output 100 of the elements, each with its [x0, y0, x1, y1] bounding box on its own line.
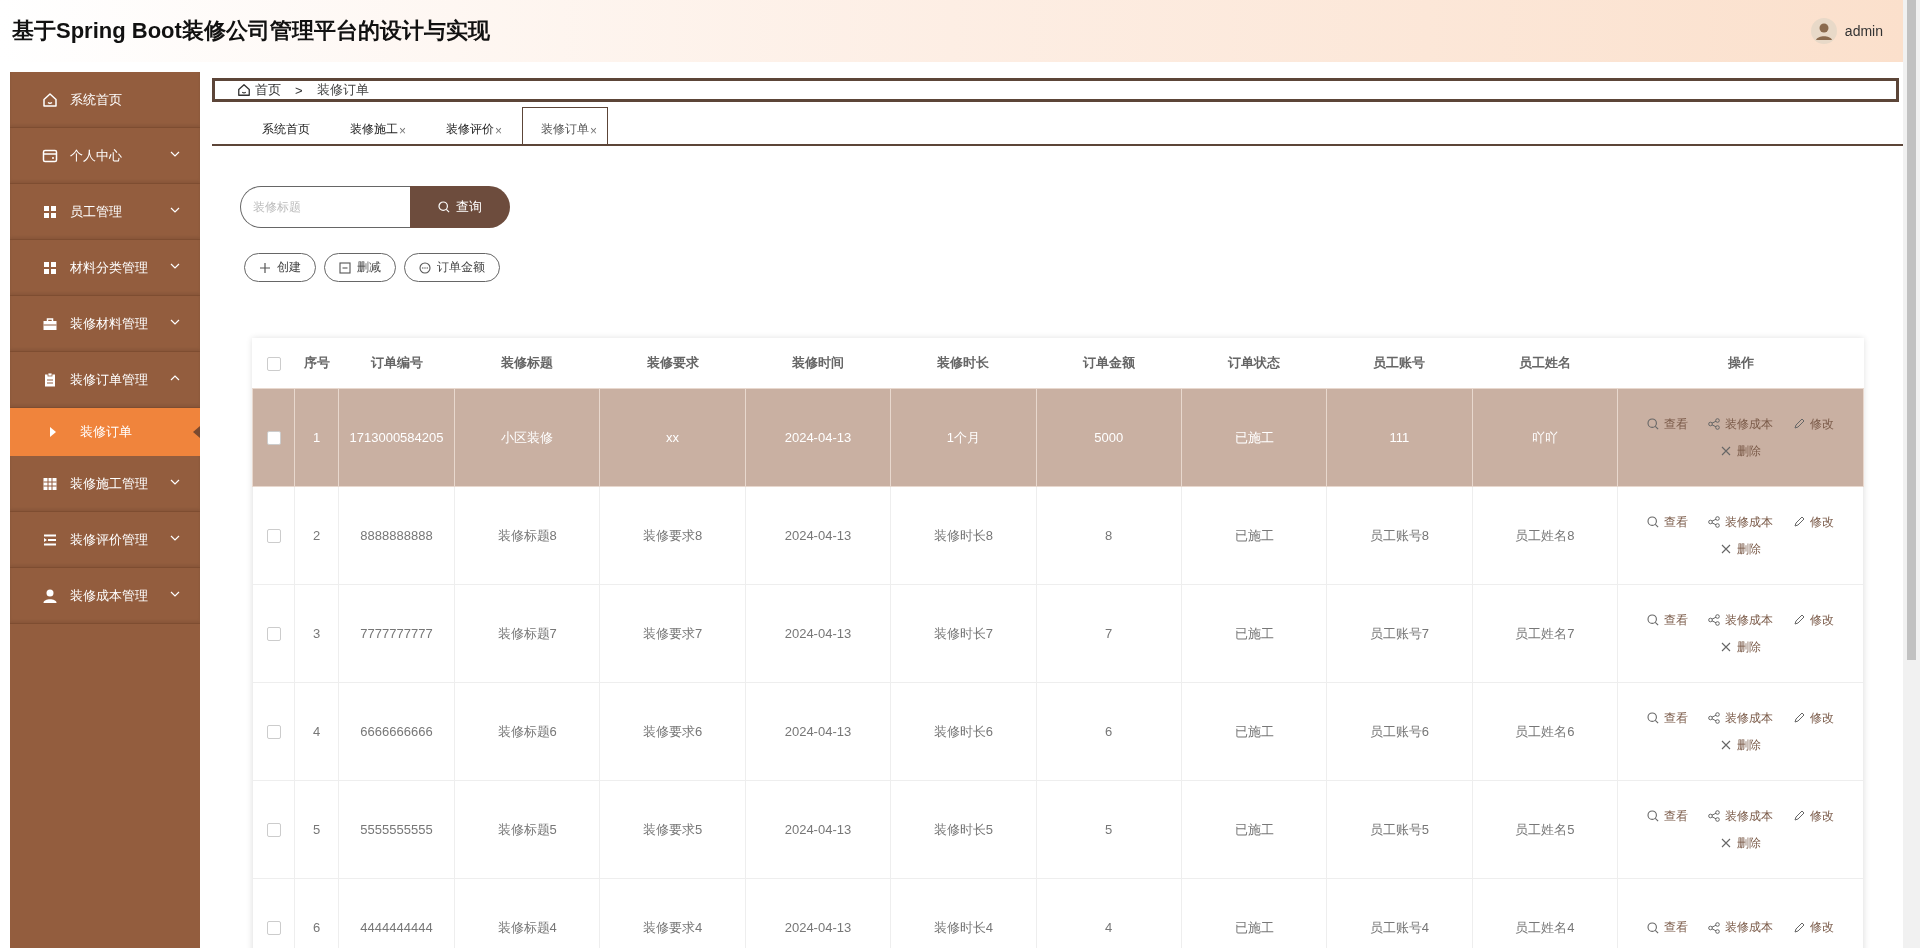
caret-icon: [50, 427, 56, 437]
add-button[interactable]: 创建: [244, 253, 316, 282]
more-icon: [419, 261, 431, 274]
table-cell: 已施工: [1234, 625, 1274, 641]
avatar-icon[interactable]: [1810, 18, 1837, 44]
table-cell: 装修要求7: [642, 625, 703, 641]
breadcrumb-link[interactable]: 首页: [255, 81, 281, 99]
edit-link[interactable]: 修改: [1793, 807, 1834, 825]
column-header: 装修要求: [646, 355, 699, 370]
sidebar-item[interactable]: 员工管理: [10, 184, 200, 240]
table-row[interactable]: 3 7777777777 装修标题7 装修要求7 2024-04-13 装修时长7 7 已施工 员工账号7 员工姓名7 查看 装修成本 修改 删除: [252, 584, 1864, 683]
table-cell: 2024-04-13: [784, 430, 852, 445]
table-cell: 已施工: [1234, 919, 1274, 935]
table-cell: 5: [1105, 822, 1113, 837]
sidebar-item[interactable]: 装修施工管理: [10, 456, 200, 512]
row-checkbox[interactable]: [266, 823, 281, 838]
table-row[interactable]: 6 4444444444 装修标题4 装修要求4 2024-04-13 装修时长4 4 已施工 员工账号4 员工姓名4 查看 装修成本 修改: [252, 878, 1864, 948]
more-button[interactable]: 订单金额: [404, 253, 500, 282]
tab[interactable]: 系统首页: [242, 114, 330, 144]
table-cell: 111: [1389, 430, 1410, 445]
table-cell: 8: [1105, 528, 1113, 543]
cost-link[interactable]: 装修成本: [1708, 611, 1773, 629]
cost-link[interactable]: 装修成本: [1708, 919, 1773, 936]
sidebar-item[interactable]: 材料分类管理: [10, 240, 200, 296]
sidebar-item[interactable]: 系统首页: [10, 72, 200, 128]
pencil-icon: [1793, 712, 1805, 724]
table-cell: 6: [1105, 724, 1113, 739]
sidebar-item[interactable]: 装修评价管理: [10, 512, 200, 568]
remove-button[interactable]: 删减: [324, 253, 396, 282]
view-link[interactable]: 查看: [1647, 919, 1688, 936]
edit-link[interactable]: 修改: [1793, 611, 1834, 629]
table-cell: 装修要求8: [642, 527, 703, 543]
table-cell: 4444444444: [360, 920, 433, 935]
table-cell: 装修时长8: [933, 527, 993, 543]
row-checkbox[interactable]: [266, 431, 281, 446]
table-cell: 装修要求4: [642, 919, 703, 935]
view-link[interactable]: 查看: [1647, 807, 1688, 825]
table-cell: 2024-04-13: [784, 920, 852, 935]
search-field[interactable]: 装修标题: [240, 186, 410, 228]
scrollbar-thumb[interactable]: [1907, 0, 1916, 660]
chevron-icon: [170, 206, 180, 213]
table-row[interactable]: 5 5555555555 装修标题5 装修要求5 2024-04-13 装修时长5 5 已施工 员工账号5 员工姓名5 查看 装修成本 修改 删除: [252, 780, 1864, 879]
row-checkbox[interactable]: [266, 627, 281, 642]
edit-link[interactable]: 修改: [1793, 709, 1834, 727]
column-header: 装修时长: [937, 355, 990, 370]
cost-link[interactable]: 装修成本: [1708, 807, 1773, 825]
table-cell: 员工姓名8: [1515, 527, 1575, 543]
pencil-icon: [1793, 418, 1805, 430]
edit-link[interactable]: 修改: [1793, 919, 1834, 936]
sidebar-item[interactable]: 个人中心: [10, 128, 200, 184]
pointer-icon: [193, 426, 200, 438]
table-row[interactable]: 2 8888888888 装修标题8 装修要求8 2024-04-13 装修时长8 8 已施工 员工账号8 员工姓名8 查看 装修成本 修改 删除: [252, 486, 1864, 585]
cost-link[interactable]: 装修成本: [1708, 513, 1773, 531]
edit-link[interactable]: 修改: [1793, 513, 1834, 531]
table-cell: 员工账号7: [1369, 625, 1430, 641]
row-checkbox[interactable]: [266, 725, 281, 740]
column-header: 订单状态: [1228, 355, 1281, 370]
table-row[interactable]: 4 6666666666 装修标题6 装修要求6 2024-04-13 装修时长6 6 已施工 员工账号6 员工姓名6 查看 装修成本 修改 删除: [252, 682, 1864, 781]
row-checkbox[interactable]: [266, 921, 281, 936]
grid-icon: [42, 203, 58, 220]
table-cell: 已施工: [1234, 821, 1274, 837]
table-cell: 2: [312, 528, 321, 543]
delete-link[interactable]: 删除: [1720, 638, 1761, 656]
pencil-icon: [1793, 614, 1805, 626]
row-checkbox[interactable]: [266, 529, 281, 544]
tab[interactable]: 装修评价×: [426, 114, 523, 144]
sidebar-item[interactable]: 装修成本管理: [10, 568, 200, 624]
tab[interactable]: 装修订单×: [522, 107, 609, 144]
table-cell: 小区装修: [501, 429, 554, 445]
view-link[interactable]: 查看: [1647, 513, 1688, 531]
delete-link[interactable]: 删除: [1720, 736, 1761, 754]
search-button[interactable]: 查询: [410, 186, 510, 228]
share-icon: [1708, 921, 1720, 934]
chevron-icon: [170, 262, 180, 269]
column-header: 订单金额: [1082, 355, 1135, 370]
pencil-icon: [1793, 921, 1805, 934]
view-link[interactable]: 查看: [1647, 611, 1688, 629]
close-icon: [1720, 543, 1732, 555]
breadcrumb-current: 装修订单: [316, 81, 369, 99]
tab[interactable]: 装修施工×: [330, 114, 426, 144]
table-cell: 7: [1105, 626, 1113, 641]
view-link[interactable]: 查看: [1647, 709, 1688, 727]
username[interactable]: admin: [1844, 23, 1883, 39]
user-icon: [42, 587, 58, 604]
select-all-checkbox[interactable]: [266, 356, 281, 371]
sidebar-item[interactable]: 装修材料管理: [10, 296, 200, 352]
table-cell: 员工姓名6: [1515, 723, 1575, 739]
search-icon: [1647, 712, 1659, 724]
delete-link[interactable]: 删除: [1720, 540, 1761, 558]
column-header: 装修时间: [791, 355, 844, 370]
delete-link[interactable]: 删除: [1720, 834, 1761, 852]
column-header: 员工账号: [1373, 355, 1426, 370]
table-cell: 4: [1105, 920, 1113, 935]
pencil-icon: [1793, 516, 1805, 528]
table-cell: 装修标题5: [497, 821, 557, 837]
close-icon: [1720, 641, 1732, 653]
table-cell: 装修标题6: [497, 723, 557, 739]
cost-link[interactable]: 装修成本: [1708, 709, 1773, 727]
search-icon: [1647, 921, 1659, 934]
scrollbar[interactable]: [1903, 0, 1920, 948]
